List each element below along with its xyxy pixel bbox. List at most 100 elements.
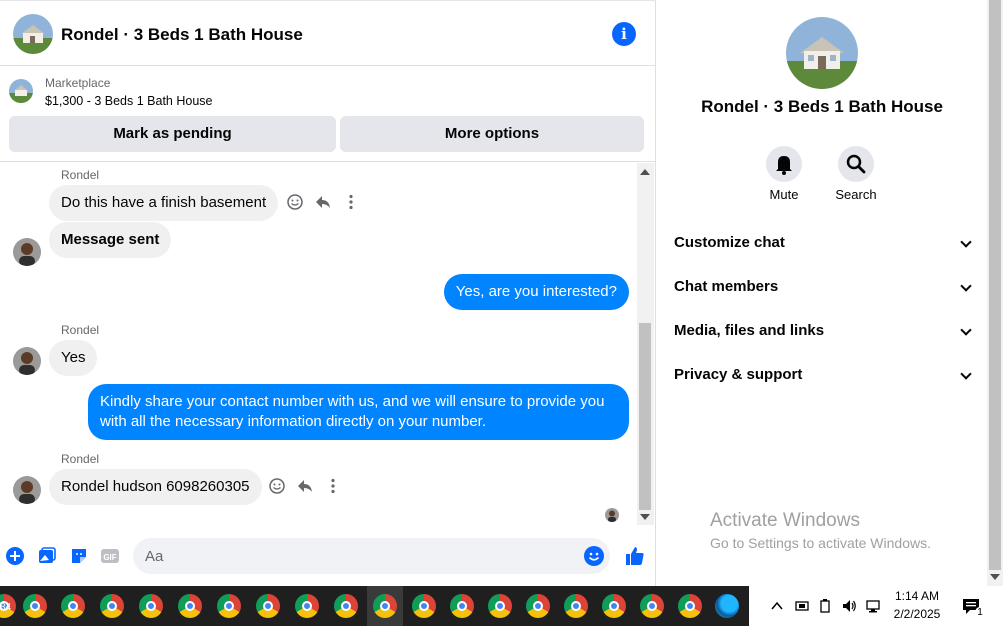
- plus-icon[interactable]: [5, 546, 25, 566]
- mute-label: Mute: [769, 187, 799, 202]
- page-scroll-down-arrow[interactable]: [990, 574, 1000, 580]
- chrome-icon[interactable]: [524, 592, 552, 620]
- volume-icon[interactable]: [841, 598, 857, 614]
- section-label: Chat members: [674, 278, 779, 295]
- listing-avatar[interactable]: [13, 14, 53, 54]
- message-bubble[interactable]: Rondel hudson 6098260305: [49, 469, 262, 505]
- chevron-down-icon: [960, 280, 972, 292]
- sticker-icon[interactable]: [69, 546, 89, 566]
- chrome-icon[interactable]: [137, 592, 165, 620]
- mute-button[interactable]: [766, 146, 802, 182]
- chrome-icon[interactable]: [562, 592, 590, 620]
- reply-icon[interactable]: [296, 477, 314, 495]
- more-options-button[interactable]: More options: [340, 116, 644, 152]
- edge-icon[interactable]: [713, 592, 741, 620]
- composer: GIF: [0, 530, 656, 586]
- chevron-down-icon: [960, 368, 972, 380]
- message-line: with all the necessary information direc…: [100, 413, 487, 430]
- sender-name: Rondel: [61, 168, 100, 182]
- more-icon[interactable]: [342, 193, 360, 211]
- message-sent-bubble[interactable]: Message sent: [49, 222, 172, 258]
- gif-icon[interactable]: GIF: [100, 546, 120, 566]
- system-tray: 1:14 AM 2/2/2025 1: [749, 586, 1003, 626]
- chrome-icon[interactable]: [21, 592, 49, 620]
- scroll-down-arrow[interactable]: [640, 514, 650, 520]
- section-label: Customize chat: [674, 234, 785, 251]
- listing-price[interactable]: $1,300 - 3 Beds 1 Bath House: [45, 94, 212, 108]
- chat-members-section[interactable]: Chat members: [674, 278, 974, 302]
- page-scrollbar[interactable]: [987, 0, 1003, 586]
- message-list: Rondel Do this have a finish basement Me…: [0, 163, 637, 525]
- chrome-icon[interactable]: [59, 592, 87, 620]
- clock-time[interactable]: 1:14 AM: [886, 589, 948, 603]
- chrome-icon[interactable]: [486, 592, 514, 620]
- search-label: Search: [835, 187, 877, 202]
- search-button[interactable]: [838, 146, 874, 182]
- media-files-links-section[interactable]: Media, files and links: [674, 322, 974, 346]
- message-input[interactable]: [145, 546, 565, 566]
- photo-icon[interactable]: [37, 546, 57, 566]
- scroll-up-arrow[interactable]: [640, 169, 650, 175]
- sender-name: Rondel: [61, 323, 100, 337]
- chat-header: Rondel · 3 Beds 1 Bath House i: [0, 0, 656, 66]
- clock-date[interactable]: 2/2/2025: [886, 607, 948, 621]
- info-icon[interactable]: i: [612, 22, 636, 46]
- message-scrollbar[interactable]: [637, 163, 654, 525]
- react-icon[interactable]: [286, 193, 304, 211]
- chevron-down-icon: [960, 324, 972, 336]
- app-window: Rondel · 3 Beds 1 Bath House i Marketpla…: [0, 0, 1003, 626]
- scroll-thumb[interactable]: [639, 323, 651, 510]
- privacy-support-section[interactable]: Privacy & support: [674, 366, 974, 390]
- show-hidden-icons-icon[interactable]: [769, 598, 785, 614]
- section-label: Media, files and links: [674, 322, 825, 339]
- chrome-icon[interactable]: [98, 592, 126, 620]
- seen-receipt-avatar: [605, 508, 619, 522]
- react-icon[interactable]: [268, 477, 286, 495]
- activate-windows-watermark: Activate Windows Go to Settings to activ…: [710, 510, 931, 551]
- chrome-icon[interactable]: [410, 592, 438, 620]
- notification-count: 1: [975, 607, 985, 618]
- bell-icon: [776, 156, 792, 175]
- chrome-icon[interactable]: [638, 592, 666, 620]
- sender-name: Rondel: [61, 452, 100, 466]
- section-label: Privacy & support: [674, 366, 803, 383]
- page-scroll-thumb[interactable]: [989, 0, 1001, 570]
- listing-avatar-large[interactable]: [786, 17, 858, 89]
- like-icon[interactable]: [624, 545, 646, 567]
- outgoing-message-bubble[interactable]: Yes, are you interested?: [443, 274, 629, 310]
- marketplace-banner: Marketplace $1,300 - 3 Beds 1 Bath House…: [0, 66, 656, 162]
- message-bubble[interactable]: Do this have a finish basement: [49, 185, 279, 221]
- mark-pending-button[interactable]: Mark as pending: [9, 116, 336, 152]
- marketplace-label: Marketplace: [45, 76, 111, 90]
- watermark-subtitle: Go to Settings to activate Windows.: [710, 535, 931, 551]
- message-bubble[interactable]: Yes: [49, 340, 98, 376]
- sender-avatar[interactable]: [13, 476, 41, 504]
- chrome-icon[interactable]: [332, 592, 360, 620]
- message-line: Kindly share your contact number with us…: [100, 393, 605, 410]
- windows-taskbar: 84 1:14 AM 2/2/2025 1: [0, 586, 1003, 626]
- device-icon[interactable]: [794, 598, 810, 614]
- more-icon[interactable]: [324, 477, 342, 495]
- chrome-icon[interactable]: [448, 592, 476, 620]
- listing-thumbnail[interactable]: [9, 79, 33, 103]
- emoji-icon[interactable]: [584, 546, 604, 566]
- chrome-icon[interactable]: [215, 592, 243, 620]
- outgoing-message-bubble[interactable]: Kindly share your contact number with us…: [88, 384, 629, 440]
- sender-avatar[interactable]: [13, 238, 41, 266]
- network-icon[interactable]: [865, 598, 881, 614]
- battery-icon[interactable]: [817, 598, 833, 614]
- sender-avatar[interactable]: [13, 347, 41, 375]
- chrome-icon[interactable]: [600, 592, 628, 620]
- chrome-icon[interactable]: [293, 592, 321, 620]
- taskbar-badge: 84: [0, 602, 12, 613]
- details-title: Rondel · 3 Beds 1 Bath House: [701, 97, 943, 116]
- customize-chat-section[interactable]: Customize chat: [674, 234, 974, 258]
- chat-title[interactable]: Rondel · 3 Beds 1 Bath House: [61, 25, 303, 45]
- reply-icon[interactable]: [314, 193, 332, 211]
- search-icon: [846, 154, 866, 174]
- chrome-icon[interactable]: [254, 592, 282, 620]
- chrome-icon[interactable]: [176, 592, 204, 620]
- chrome-icon[interactable]: [676, 592, 704, 620]
- chrome-icon[interactable]: [371, 592, 399, 620]
- svg-text:GIF: GIF: [103, 553, 116, 562]
